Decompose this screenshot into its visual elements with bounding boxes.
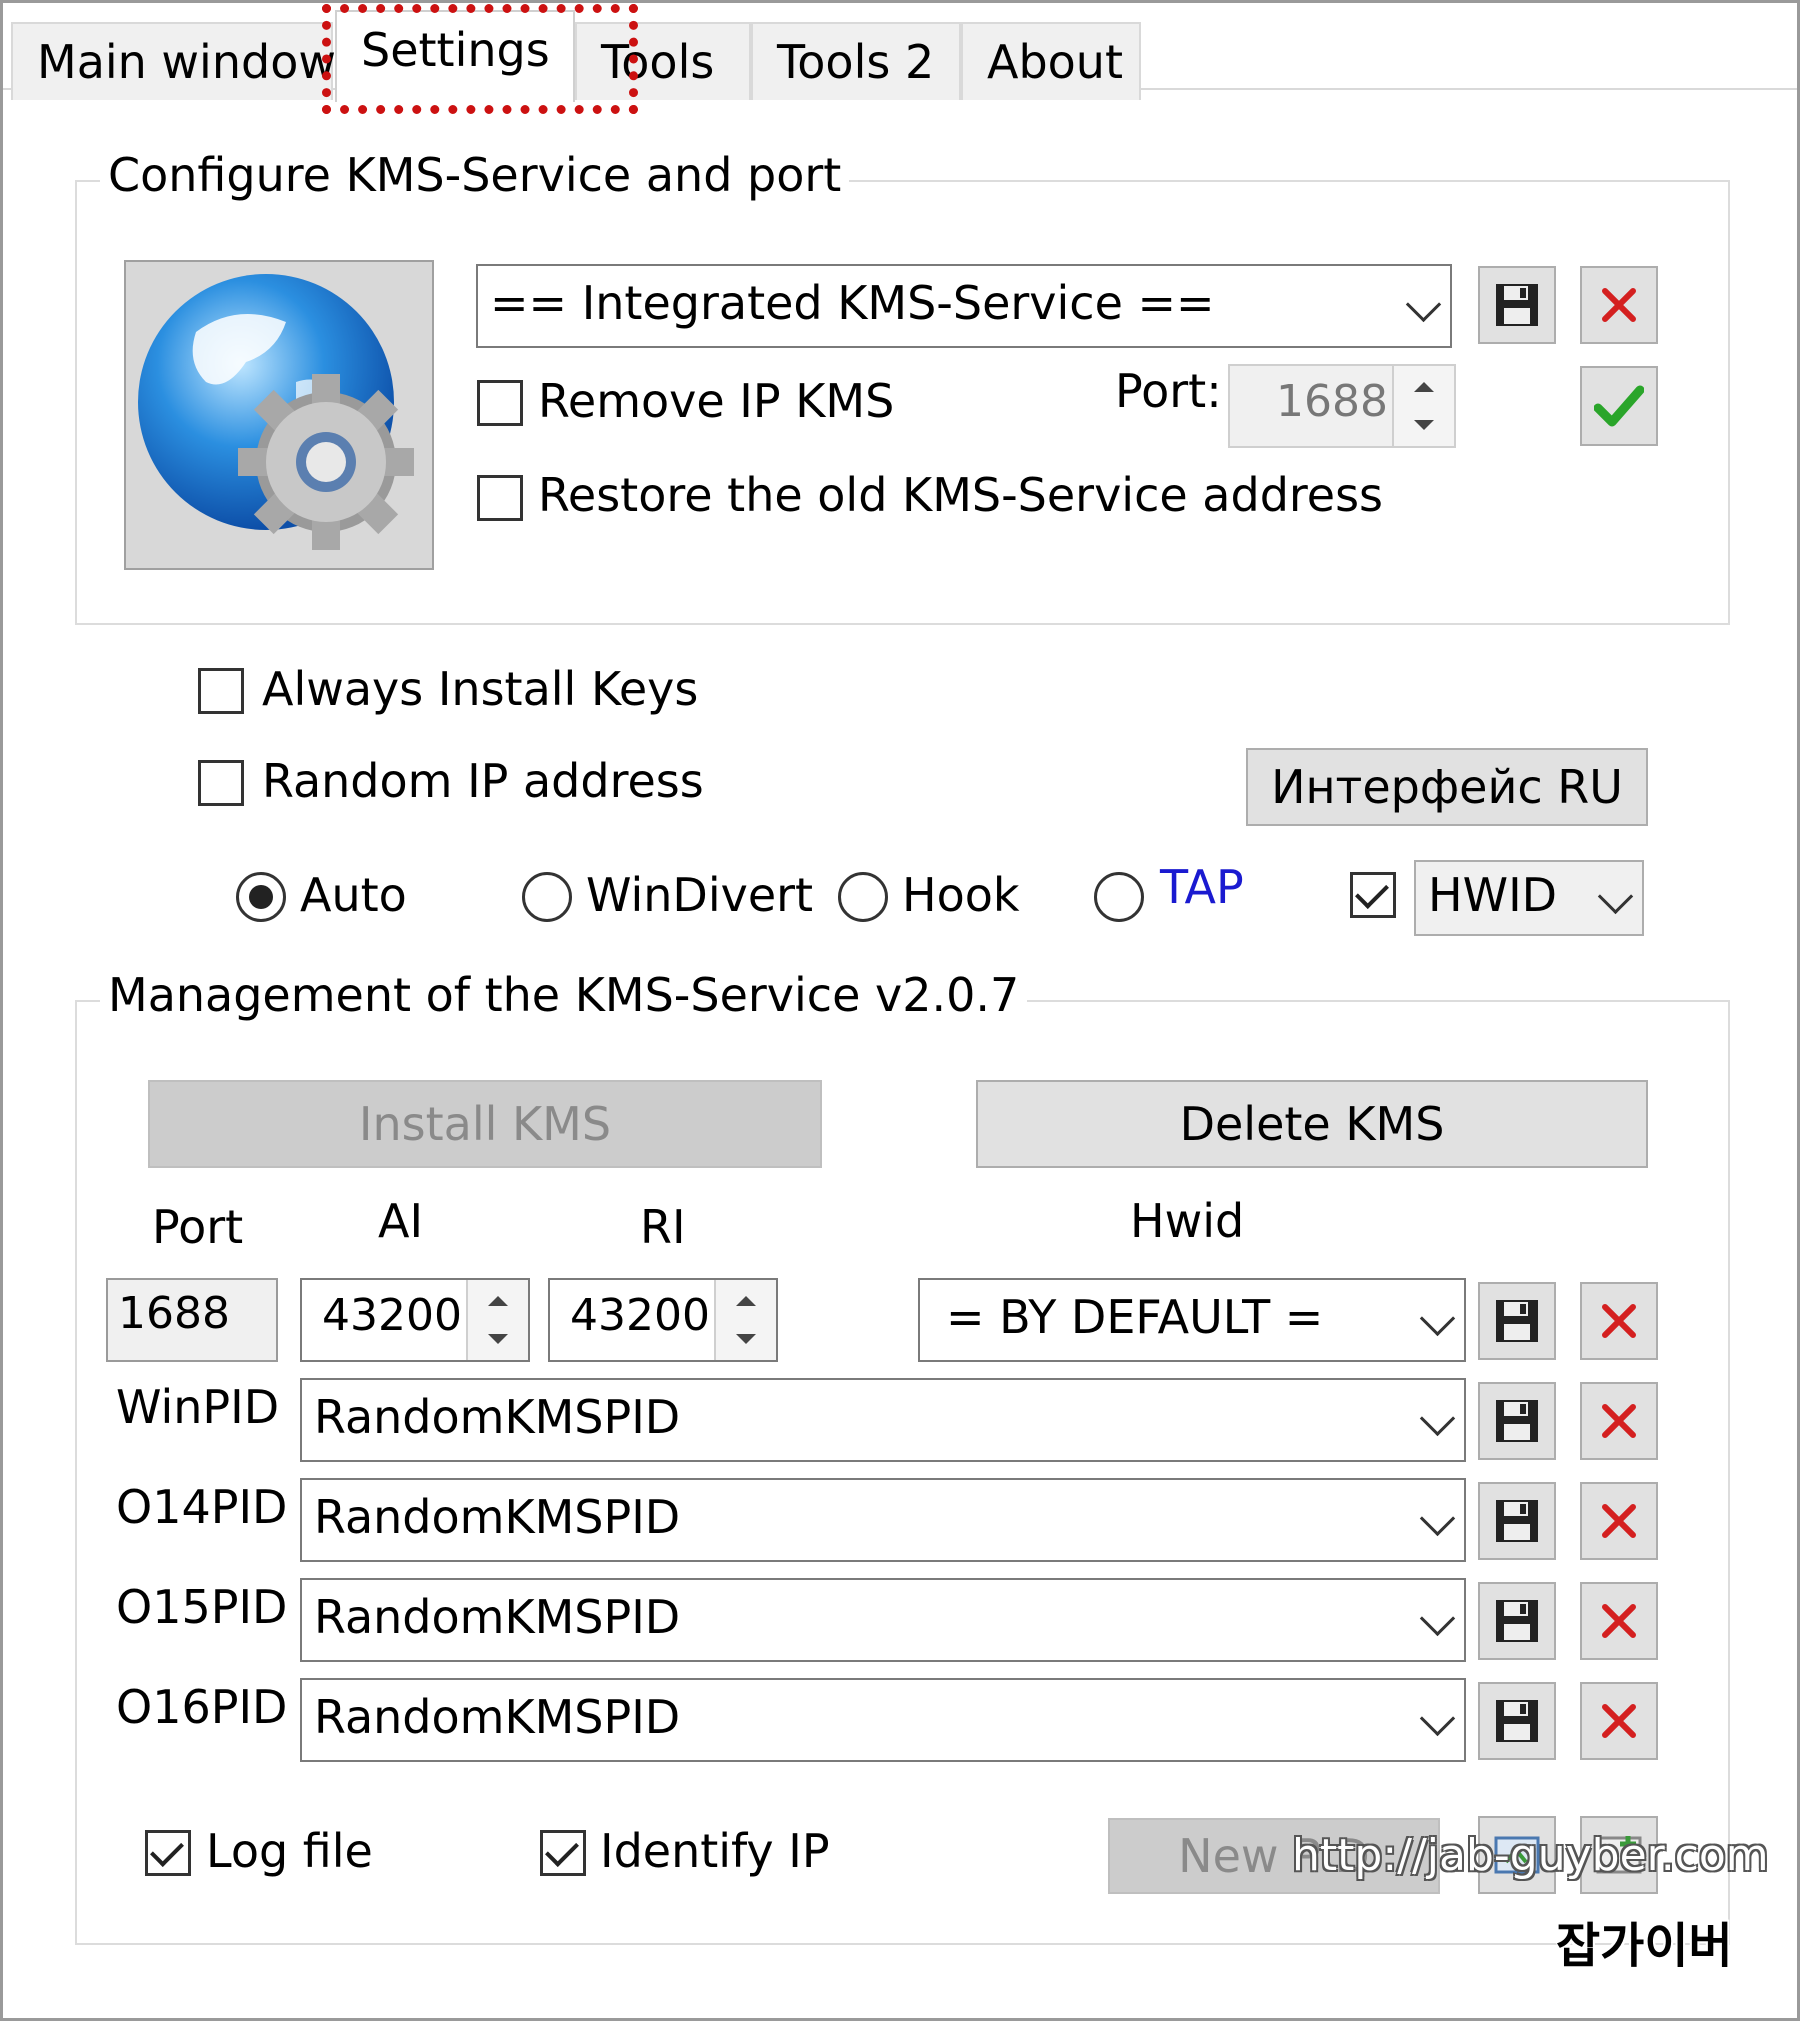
save-winpid-button[interactable]	[1478, 1382, 1556, 1460]
delete-o14pid-button[interactable]	[1580, 1482, 1658, 1560]
save-icon	[1496, 1600, 1538, 1642]
hwid-combo[interactable]: HWID	[1414, 860, 1644, 936]
management-title: Management of the KMS-Service v2.0.7	[100, 968, 1028, 1022]
always-install-keys-checkbox[interactable]	[198, 668, 244, 714]
mode-tap-radio[interactable]	[1094, 872, 1144, 922]
spinner-arrows-icon[interactable]	[1392, 366, 1454, 446]
mode-windivert-label: WinDivert	[586, 868, 814, 922]
chevron-down-icon	[1419, 1500, 1456, 1537]
chevron-down-icon	[1597, 878, 1634, 915]
chevron-down-icon	[1405, 286, 1442, 323]
restore-address-checkbox[interactable]	[477, 475, 523, 521]
save-icon	[1496, 1300, 1538, 1342]
random-ip-label: Random IP address	[262, 754, 704, 808]
delete-kms-button[interactable]: Delete KMS	[976, 1080, 1648, 1168]
remove-ip-label: Remove IP KMS	[538, 374, 895, 428]
pid-row-label: O14PID	[116, 1480, 288, 1534]
watermark-korean: 잡가이버	[1556, 1918, 1733, 1974]
random-ip-checkbox[interactable]	[198, 760, 244, 806]
identify-ip-label: Identify IP	[600, 1824, 830, 1878]
pid-row-label: O15PID	[116, 1580, 288, 1634]
save-o14pid-button[interactable]	[1478, 1482, 1556, 1560]
save-hwid-button[interactable]	[1478, 1282, 1556, 1360]
o15pid-combo[interactable]: RandomKMSPID	[300, 1578, 1466, 1662]
delete-o15pid-button[interactable]	[1580, 1582, 1658, 1660]
spinner-arrows-icon[interactable]	[466, 1280, 528, 1360]
save-o16pid-button[interactable]	[1478, 1682, 1556, 1760]
hwid-select[interactable]: = BY DEFAULT =	[918, 1278, 1466, 1362]
ai-spinner[interactable]: 43200	[300, 1278, 530, 1362]
red-x-icon	[1602, 1504, 1636, 1538]
o16pid-combo[interactable]: RandomKMSPID	[300, 1678, 1466, 1762]
save-icon	[1496, 1400, 1538, 1442]
col-hwid-label: Hwid	[1130, 1194, 1245, 1248]
red-x-icon	[1602, 288, 1636, 322]
hwid-checkbox[interactable]	[1350, 872, 1396, 918]
chevron-down-icon	[1419, 1400, 1456, 1437]
tab-about[interactable]: About	[961, 22, 1141, 100]
mode-auto-label: Auto	[300, 868, 407, 922]
o14pid-combo[interactable]: RandomKMSPID	[300, 1478, 1466, 1562]
mode-tap-label: TAP	[1160, 860, 1244, 914]
log-file-checkbox[interactable]	[145, 1830, 191, 1876]
winpid-combo[interactable]: RandomKMSPID	[300, 1378, 1466, 1462]
port-spinner[interactable]: 1688	[1228, 364, 1456, 448]
kms-service-combo[interactable]: == Integrated KMS-Service ==	[476, 264, 1452, 348]
col-ri-label: RI	[640, 1200, 686, 1254]
mode-auto-radio[interactable]	[236, 872, 286, 922]
col-ai-label: AI	[378, 1194, 424, 1248]
pid-row-label: WinPID	[116, 1380, 280, 1434]
pid-row-label: O16PID	[116, 1680, 288, 1734]
tab-main-window[interactable]: Main window	[11, 22, 336, 100]
remove-ip-checkbox[interactable]	[477, 380, 523, 426]
settings-tab-highlight	[322, 4, 638, 114]
always-install-keys-label: Always Install Keys	[262, 662, 699, 716]
kms-port-field: 1688	[106, 1278, 278, 1362]
chevron-down-icon	[1419, 1300, 1456, 1337]
globe-gear-icon	[124, 260, 434, 570]
log-file-label: Log file	[206, 1824, 373, 1878]
save-o15pid-button[interactable]	[1478, 1582, 1556, 1660]
apply-port-button[interactable]	[1580, 366, 1658, 446]
globe-gear-image	[138, 274, 414, 550]
mode-windivert-radio[interactable]	[522, 872, 572, 922]
kms-config-title: Configure KMS-Service and port	[100, 148, 850, 202]
col-port-label: Port	[152, 1200, 244, 1254]
red-x-icon	[1602, 1704, 1636, 1738]
port-label: Port:	[1115, 364, 1222, 418]
red-x-icon	[1602, 1404, 1636, 1438]
red-x-icon	[1602, 1604, 1636, 1638]
delete-hwid-button[interactable]	[1580, 1282, 1658, 1360]
delete-service-button[interactable]	[1580, 266, 1658, 344]
install-kms-button[interactable]: Install KMS	[148, 1080, 822, 1168]
identify-ip-checkbox[interactable]	[540, 1830, 586, 1876]
delete-o16pid-button[interactable]	[1580, 1682, 1658, 1760]
tab-tools-2[interactable]: Tools 2	[751, 22, 961, 100]
red-x-icon	[1602, 1304, 1636, 1338]
chevron-down-icon	[1419, 1700, 1456, 1737]
mode-hook-label: Hook	[902, 868, 1020, 922]
save-icon	[1496, 284, 1538, 326]
save-service-button[interactable]	[1478, 266, 1556, 344]
delete-winpid-button[interactable]	[1580, 1382, 1658, 1460]
ri-spinner[interactable]: 43200	[548, 1278, 778, 1362]
save-icon	[1496, 1700, 1538, 1742]
interface-ru-button[interactable]: Интерфейс RU	[1246, 748, 1648, 826]
chevron-down-icon	[1419, 1600, 1456, 1637]
restore-address-label: Restore the old KMS-Service address	[538, 468, 1384, 522]
watermark-url: http://jab-guyber.com	[1292, 1830, 1769, 1881]
mode-hook-radio[interactable]	[838, 872, 888, 922]
spinner-arrows-icon[interactable]	[714, 1280, 776, 1360]
green-check-icon	[1594, 385, 1644, 427]
save-icon	[1496, 1500, 1538, 1542]
tab-strip: Main window Settings Tools Tools 2 About	[3, 10, 1797, 102]
